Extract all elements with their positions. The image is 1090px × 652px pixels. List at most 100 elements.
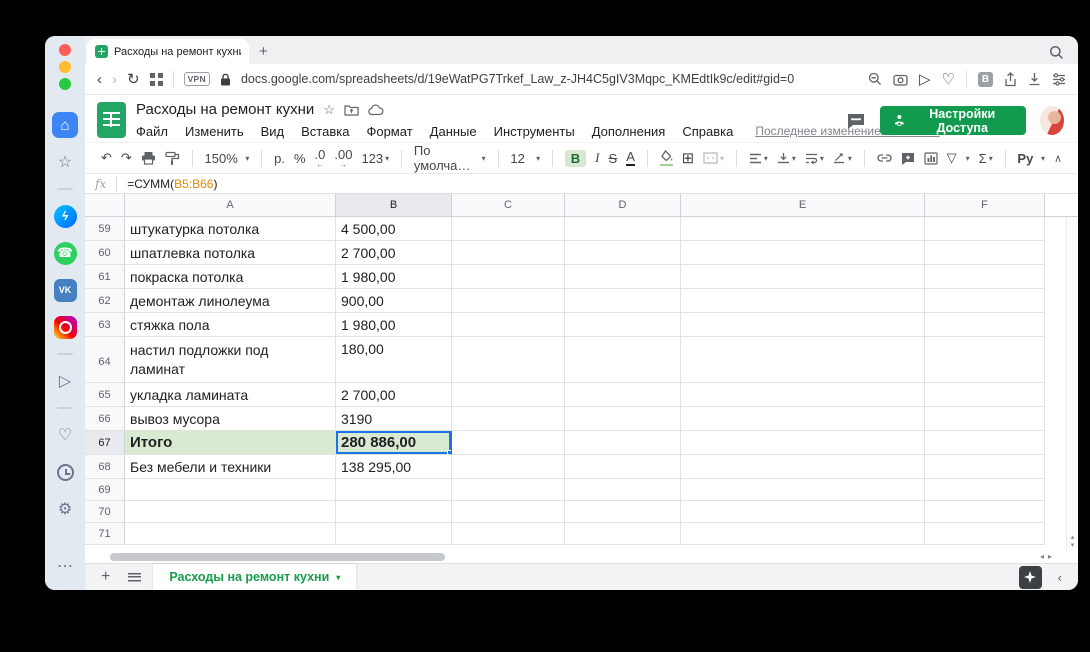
- vertical-scrollbar[interactable]: ▴ ▾: [1066, 217, 1078, 551]
- cell-F67[interactable]: [925, 431, 1045, 455]
- cell-A65[interactable]: укладка ламината: [125, 383, 336, 407]
- vk-icon[interactable]: VK: [52, 277, 78, 303]
- star-document-icon[interactable]: ☆: [323, 102, 335, 118]
- more-options-icon[interactable]: ⋯: [52, 553, 78, 579]
- cell-D59[interactable]: [565, 217, 681, 241]
- column-header-F[interactable]: F: [925, 194, 1045, 217]
- cell-A64[interactable]: настил подложки под ламинат: [125, 337, 336, 383]
- cell-E67[interactable]: [681, 431, 925, 455]
- reload-icon[interactable]: ↻: [127, 70, 140, 88]
- cell-F70[interactable]: [925, 501, 1045, 523]
- percent-format-button[interactable]: %: [294, 151, 306, 166]
- row-header-67[interactable]: 67: [85, 431, 125, 455]
- row-header-68[interactable]: 68: [85, 455, 125, 479]
- vertical-align-icon[interactable]: ▾: [777, 152, 796, 164]
- input-tools-button[interactable]: Ру ▾: [1017, 151, 1045, 166]
- cell-D62[interactable]: [565, 289, 681, 313]
- share-access-button[interactable]: Настройки Доступа: [879, 106, 1026, 135]
- fullscreen-window-button[interactable]: [59, 78, 71, 90]
- formula-bar[interactable]: fx =СУММ(B5:B66): [85, 173, 1078, 194]
- avatar[interactable]: [1039, 106, 1064, 135]
- close-window-button[interactable]: [59, 44, 71, 56]
- horizontal-align-icon[interactable]: ▾: [749, 153, 768, 164]
- cell-A68[interactable]: Без мебели и техники: [125, 455, 336, 479]
- menu-1[interactable]: Файл: [136, 124, 168, 139]
- add-sheet-icon[interactable]: +: [95, 568, 116, 586]
- cell-E65[interactable]: [681, 383, 925, 407]
- cell-B66[interactable]: 3190: [336, 407, 452, 431]
- functions-sum-icon[interactable]: Σ ▾: [979, 151, 993, 166]
- cell-C71[interactable]: [452, 523, 565, 545]
- menu-6[interactable]: Данные: [430, 124, 477, 139]
- cell-C65[interactable]: [452, 383, 565, 407]
- sheets-logo-icon[interactable]: [97, 102, 126, 138]
- bookmarks-heart-icon[interactable]: ♡: [52, 422, 78, 448]
- cell-A59[interactable]: штукатурка потолка: [125, 217, 336, 241]
- cell-C69[interactable]: [452, 479, 565, 501]
- cell-D67[interactable]: [565, 431, 681, 455]
- collapse-toolbar-icon[interactable]: ∧: [1054, 152, 1070, 165]
- undo-icon[interactable]: ↶: [101, 150, 112, 166]
- increase-decimals-button[interactable]: .00 →: [334, 148, 352, 169]
- font-select[interactable]: По умолча… ▾: [414, 143, 486, 173]
- row-header-71[interactable]: 71: [85, 523, 125, 545]
- active-sheet-tab[interactable]: Расходы на ремонт кухни ▾: [153, 563, 357, 590]
- cell-E66[interactable]: [681, 407, 925, 431]
- cell-F68[interactable]: [925, 455, 1045, 479]
- formula-text[interactable]: =СУММ(B5:B66): [127, 177, 217, 191]
- print-icon[interactable]: [141, 151, 156, 165]
- decrease-decimals-button[interactable]: .0 ←: [315, 148, 326, 169]
- cell-F62[interactable]: [925, 289, 1045, 313]
- cell-B68[interactable]: 138 295,00: [336, 455, 452, 479]
- favorite-heart-icon[interactable]: ♡: [942, 70, 955, 88]
- row-header-66[interactable]: 66: [85, 407, 125, 431]
- row-header-62[interactable]: 62: [85, 289, 125, 313]
- messenger-icon[interactable]: ϟ: [52, 203, 78, 229]
- cell-E68[interactable]: [681, 455, 925, 479]
- cell-F59[interactable]: [925, 217, 1045, 241]
- column-header-D[interactable]: D: [565, 194, 681, 217]
- row-header-60[interactable]: 60: [85, 241, 125, 265]
- cell-A66[interactable]: вывоз мусора: [125, 407, 336, 431]
- move-folder-icon[interactable]: [344, 104, 359, 116]
- menu-7[interactable]: Инструменты: [494, 124, 575, 139]
- cell-B63[interactable]: 1 980,00: [336, 313, 452, 337]
- filter-views-icon[interactable]: ▾: [966, 154, 970, 163]
- sheet-tab-dropdown-icon[interactable]: ▾: [336, 573, 340, 582]
- cell-D66[interactable]: [565, 407, 681, 431]
- send-page-icon[interactable]: ▷: [919, 70, 931, 88]
- lock-icon[interactable]: [220, 73, 231, 86]
- forward-icon[interactable]: ›: [112, 71, 117, 88]
- vpn-badge[interactable]: VPN: [183, 72, 210, 86]
- home-icon[interactable]: ⌂: [52, 112, 78, 138]
- cell-A63[interactable]: стяжка пола: [125, 313, 336, 337]
- cell-A70[interactable]: [125, 501, 336, 523]
- row-header-65[interactable]: 65: [85, 383, 125, 407]
- back-icon[interactable]: ‹: [97, 71, 102, 88]
- cell-D64[interactable]: [565, 337, 681, 383]
- instagram-icon[interactable]: [52, 314, 78, 340]
- scroll-right-icon[interactable]: ▸: [1048, 552, 1052, 561]
- scroll-left-icon[interactable]: ◂: [1040, 552, 1044, 561]
- document-title[interactable]: Расходы на ремонт кухни: [136, 101, 314, 118]
- cell-E64[interactable]: [681, 337, 925, 383]
- settings-gear-icon[interactable]: ⚙: [52, 496, 78, 522]
- horizontal-scrollbar-thumb[interactable]: [110, 553, 445, 561]
- cell-D68[interactable]: [565, 455, 681, 479]
- cell-B59[interactable]: 4 500,00: [336, 217, 452, 241]
- menu-8[interactable]: Дополнения: [592, 124, 666, 139]
- menu-4[interactable]: Вставка: [301, 124, 349, 139]
- cloud-status-icon[interactable]: [368, 104, 384, 116]
- all-sheets-menu-icon[interactable]: [128, 572, 142, 582]
- cell-B64[interactable]: 180,00: [336, 337, 452, 383]
- cell-D65[interactable]: [565, 383, 681, 407]
- fill-handle[interactable]: [447, 450, 451, 454]
- paint-format-icon[interactable]: [165, 151, 180, 166]
- select-all-corner[interactable]: [85, 194, 125, 217]
- cell-B65[interactable]: 2 700,00: [336, 383, 452, 407]
- cell-E71[interactable]: [681, 523, 925, 545]
- column-header-E[interactable]: E: [681, 194, 925, 217]
- row-header-59[interactable]: 59: [85, 217, 125, 241]
- cell-C63[interactable]: [452, 313, 565, 337]
- scroll-up-icon[interactable]: ▴: [1071, 533, 1075, 541]
